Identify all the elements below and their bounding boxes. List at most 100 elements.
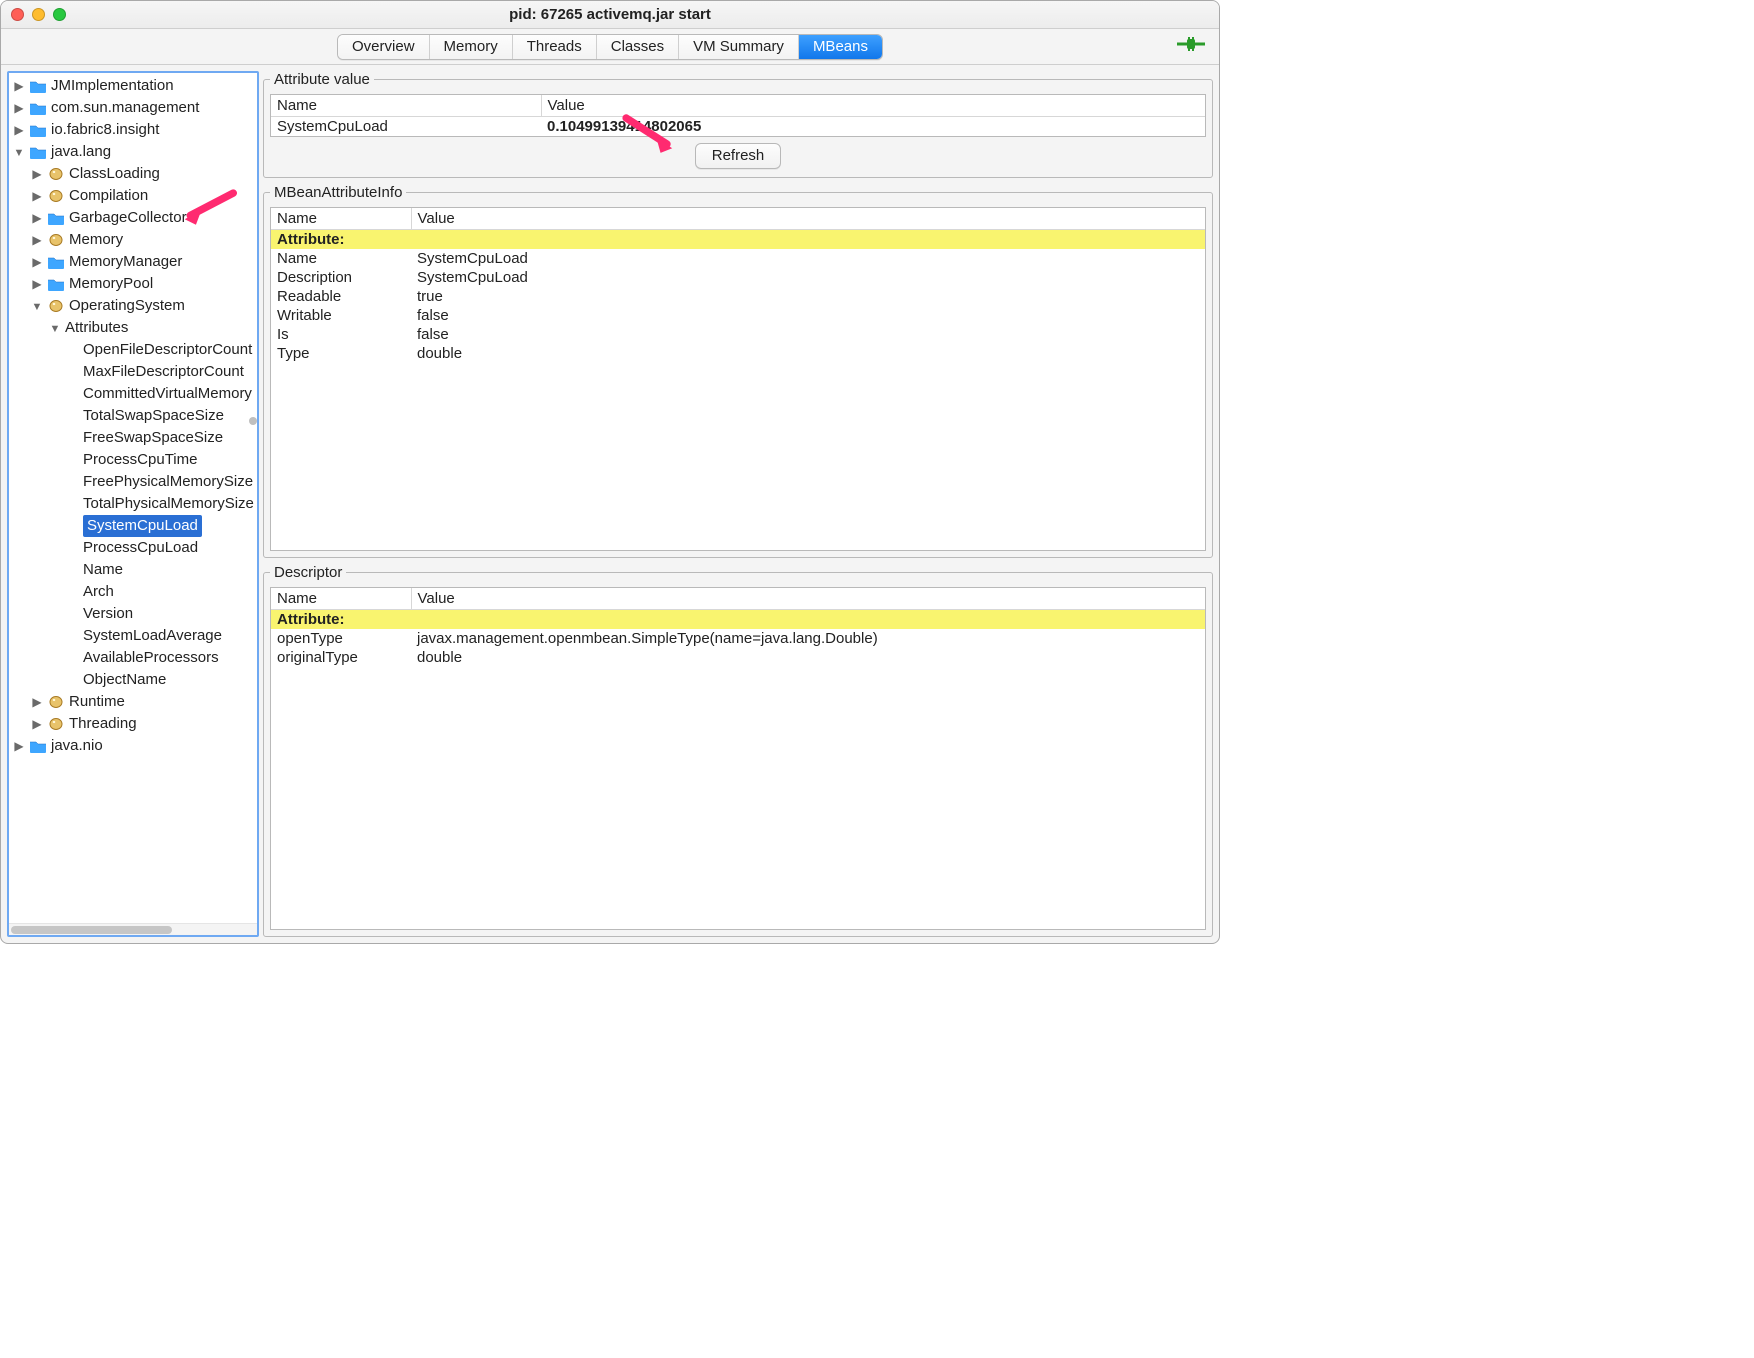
- tree-item[interactable]: CommittedVirtualMemory: [13, 383, 257, 405]
- tree-item[interactable]: java.nio: [13, 735, 257, 757]
- tree-item[interactable]: Memory: [13, 229, 257, 251]
- tree-label: Threading: [69, 713, 137, 735]
- tree-item[interactable]: GarbageCollector: [13, 207, 257, 229]
- mbean-tree[interactable]: JMImplementationcom.sun.managementio.fab…: [9, 73, 257, 923]
- zoom-icon[interactable]: [53, 8, 66, 21]
- tree-item[interactable]: Version: [13, 603, 257, 625]
- tree-label: JMImplementation: [51, 75, 174, 97]
- tree-label: Arch: [83, 581, 114, 603]
- info-row[interactable]: Isfalse: [271, 325, 1205, 344]
- disclosure-icon[interactable]: [13, 146, 25, 159]
- tree-label: AvailableProcessors: [83, 647, 219, 669]
- tab-overview[interactable]: Overview: [338, 35, 430, 59]
- bean-icon: [47, 298, 65, 314]
- tab-mbeans[interactable]: MBeans: [799, 35, 882, 59]
- info-row[interactable]: Writablefalse: [271, 306, 1205, 325]
- tree-v-scrollbar[interactable]: [249, 401, 259, 441]
- tree-item[interactable]: AvailableProcessors: [13, 647, 257, 669]
- info-value: javax.management.openmbean.SimpleType(na…: [411, 629, 1205, 648]
- tab-memory[interactable]: Memory: [430, 35, 513, 59]
- tree-item[interactable]: io.fabric8.insight: [13, 119, 257, 141]
- tree-item[interactable]: MemoryManager: [13, 251, 257, 273]
- tree-label: java.lang: [51, 141, 111, 163]
- disclosure-icon[interactable]: [31, 256, 43, 268]
- tree-item[interactable]: FreePhysicalMemorySize: [13, 471, 257, 493]
- tree-item[interactable]: OpenFileDescriptorCount: [13, 339, 257, 361]
- bean-icon: [47, 188, 65, 204]
- info-value: true: [411, 287, 1205, 306]
- tree-label: TotalSwapSpaceSize: [83, 405, 224, 427]
- main-tabs-bar: OverviewMemoryThreadsClassesVM SummaryMB…: [1, 29, 1219, 65]
- descriptor-box: Descriptor Name Value Attribute: openTyp…: [263, 564, 1213, 938]
- scrollbar-thumb[interactable]: [11, 926, 172, 934]
- folder-icon: [47, 210, 65, 226]
- tree-item[interactable]: Compilation: [13, 185, 257, 207]
- info-row[interactable]: openTypejavax.management.openmbean.Simpl…: [271, 629, 1205, 648]
- tree-h-scrollbar[interactable]: [9, 923, 257, 935]
- info-value: SystemCpuLoad: [411, 268, 1205, 287]
- disclosure-icon[interactable]: [31, 696, 43, 708]
- connection-status-icon[interactable]: [1177, 35, 1205, 53]
- tree-item[interactable]: Name: [13, 559, 257, 581]
- scrollbar-thumb[interactable]: [249, 417, 257, 425]
- tree-item[interactable]: Runtime: [13, 691, 257, 713]
- tab-vm-summary[interactable]: VM Summary: [679, 35, 799, 59]
- attribute-value-row[interactable]: SystemCpuLoad 0.10499139414802065: [271, 117, 1205, 137]
- tree-item[interactable]: Attributes: [13, 317, 257, 339]
- disclosure-icon[interactable]: [31, 278, 43, 290]
- tree-item[interactable]: com.sun.management: [13, 97, 257, 119]
- disclosure-icon[interactable]: [31, 234, 43, 246]
- tree-item[interactable]: TotalSwapSpaceSize: [13, 405, 257, 427]
- info-row[interactable]: NameSystemCpuLoad: [271, 249, 1205, 268]
- tree-item[interactable]: MaxFileDescriptorCount: [13, 361, 257, 383]
- bean-icon: [47, 166, 65, 182]
- info-row[interactable]: Readabletrue: [271, 287, 1205, 306]
- tab-threads[interactable]: Threads: [513, 35, 597, 59]
- disclosure-icon[interactable]: [31, 300, 43, 313]
- section-header-row: Attribute:: [271, 609, 1205, 629]
- disclosure-icon[interactable]: [31, 190, 43, 202]
- refresh-button[interactable]: Refresh: [695, 143, 782, 169]
- tree-item[interactable]: Threading: [13, 713, 257, 735]
- close-icon[interactable]: [11, 8, 24, 21]
- tree-item[interactable]: TotalPhysicalMemorySize: [13, 493, 257, 515]
- info-row[interactable]: Typedouble: [271, 344, 1205, 363]
- disclosure-icon[interactable]: [31, 168, 43, 180]
- info-row[interactable]: originalTypedouble: [271, 648, 1205, 667]
- tree-item[interactable]: java.lang: [13, 141, 257, 163]
- tree-item[interactable]: SystemCpuLoad: [13, 515, 257, 537]
- tree-item[interactable]: ObjectName: [13, 669, 257, 691]
- tree-label: Version: [83, 603, 133, 625]
- tree-label: TotalPhysicalMemorySize: [83, 493, 254, 515]
- folder-icon: [29, 78, 47, 94]
- disclosure-icon[interactable]: [31, 718, 43, 730]
- disclosure-icon[interactable]: [13, 740, 25, 752]
- tree-item[interactable]: Arch: [13, 581, 257, 603]
- bean-icon: [47, 694, 65, 710]
- col-value-header: Value: [411, 588, 1205, 610]
- disclosure-icon[interactable]: [49, 322, 61, 335]
- tree-item[interactable]: JMImplementation: [13, 75, 257, 97]
- disclosure-icon[interactable]: [13, 80, 25, 92]
- tree-item[interactable]: SystemLoadAverage: [13, 625, 257, 647]
- info-key: Name: [271, 249, 411, 268]
- info-key: Writable: [271, 306, 411, 325]
- tab-classes[interactable]: Classes: [597, 35, 679, 59]
- tree-item[interactable]: ClassLoading: [13, 163, 257, 185]
- tree-item[interactable]: OperatingSystem: [13, 295, 257, 317]
- minimize-icon[interactable]: [32, 8, 45, 21]
- folder-icon: [29, 144, 47, 160]
- titlebar: pid: 67265 activemq.jar start: [1, 1, 1219, 29]
- tree-item[interactable]: ProcessCpuTime: [13, 449, 257, 471]
- info-row[interactable]: DescriptionSystemCpuLoad: [271, 268, 1205, 287]
- info-key: Readable: [271, 287, 411, 306]
- disclosure-icon[interactable]: [13, 102, 25, 114]
- tree-item[interactable]: MemoryPool: [13, 273, 257, 295]
- mbean-tree-pane: JMImplementationcom.sun.managementio.fab…: [7, 71, 259, 937]
- disclosure-icon[interactable]: [31, 212, 43, 224]
- tree-item[interactable]: ProcessCpuLoad: [13, 537, 257, 559]
- tree-item[interactable]: FreeSwapSpaceSize: [13, 427, 257, 449]
- tree-label: ProcessCpuLoad: [83, 537, 198, 559]
- col-name-header: Name: [271, 95, 541, 117]
- disclosure-icon[interactable]: [13, 124, 25, 136]
